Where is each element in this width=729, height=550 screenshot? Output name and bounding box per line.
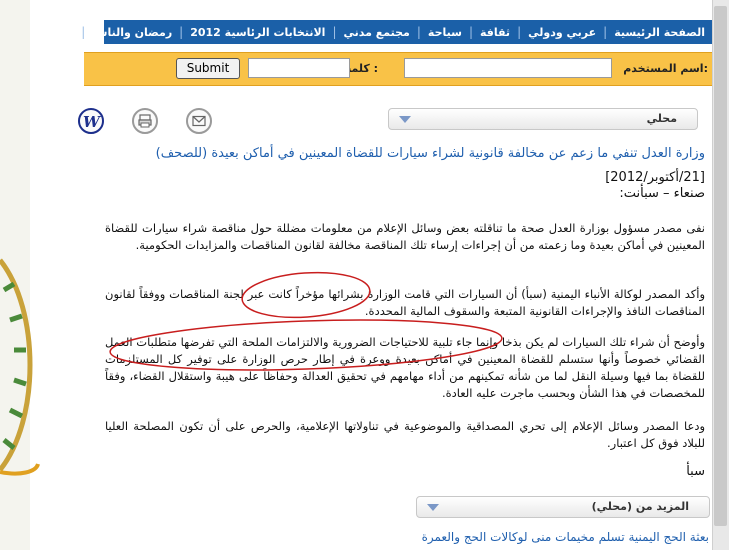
annotation-circle-2: [109, 319, 503, 371]
article-signature: سبأ: [686, 464, 705, 479]
annotation-circle-1: [241, 271, 371, 319]
more-from-label: المزيد من (محلي): [591, 500, 689, 513]
more-from-dropdown[interactable]: المزيد من (محلي): [416, 496, 710, 518]
red-annotation-overlay: [109, 271, 503, 371]
chevron-down-icon: [427, 504, 439, 511]
related-article-link[interactable]: بعثة الحج اليمنية تسلم مخيمات منى لوكالا…: [422, 530, 709, 544]
